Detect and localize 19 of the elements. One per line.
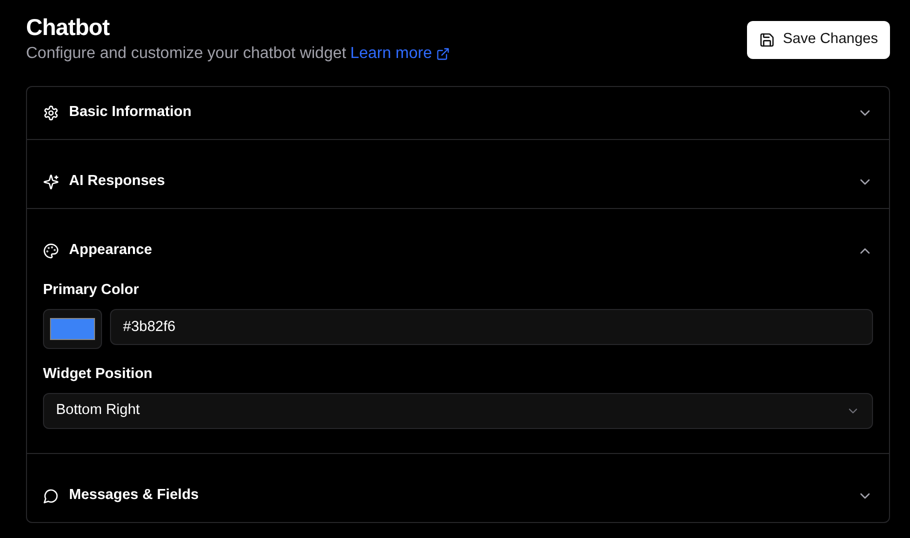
color-input[interactable]: #3b82f6 — [110, 308, 873, 345]
save-changes-button[interactable]: Save Changes — [746, 21, 890, 59]
section-header[interactable]: Messages & Fields — [43, 470, 873, 522]
palette-icon — [43, 243, 59, 259]
page-subtitle: Configure and customize your chatbot widget — [26, 44, 346, 64]
color-picker[interactable] — [43, 308, 102, 349]
position-select[interactable]: Bottom Right — [43, 392, 873, 428]
section-header[interactable]: AI Responses — [43, 156, 873, 208]
learn-more-link[interactable]: Learn more — [350, 42, 432, 66]
section-header[interactable]: Appearance — [43, 225, 873, 277]
field-label: Primary Color — [43, 281, 140, 300]
save-icon — [758, 32, 775, 48]
page-title: Chatbot — [26, 13, 111, 42]
field-label: Widget Position — [43, 364, 154, 384]
chat-bubble-icon — [43, 488, 59, 504]
external-link-icon — [436, 47, 450, 61]
sparkles-icon — [43, 174, 59, 190]
settings-icon — [43, 105, 59, 121]
section-header[interactable]: Basic Information — [43, 87, 873, 139]
